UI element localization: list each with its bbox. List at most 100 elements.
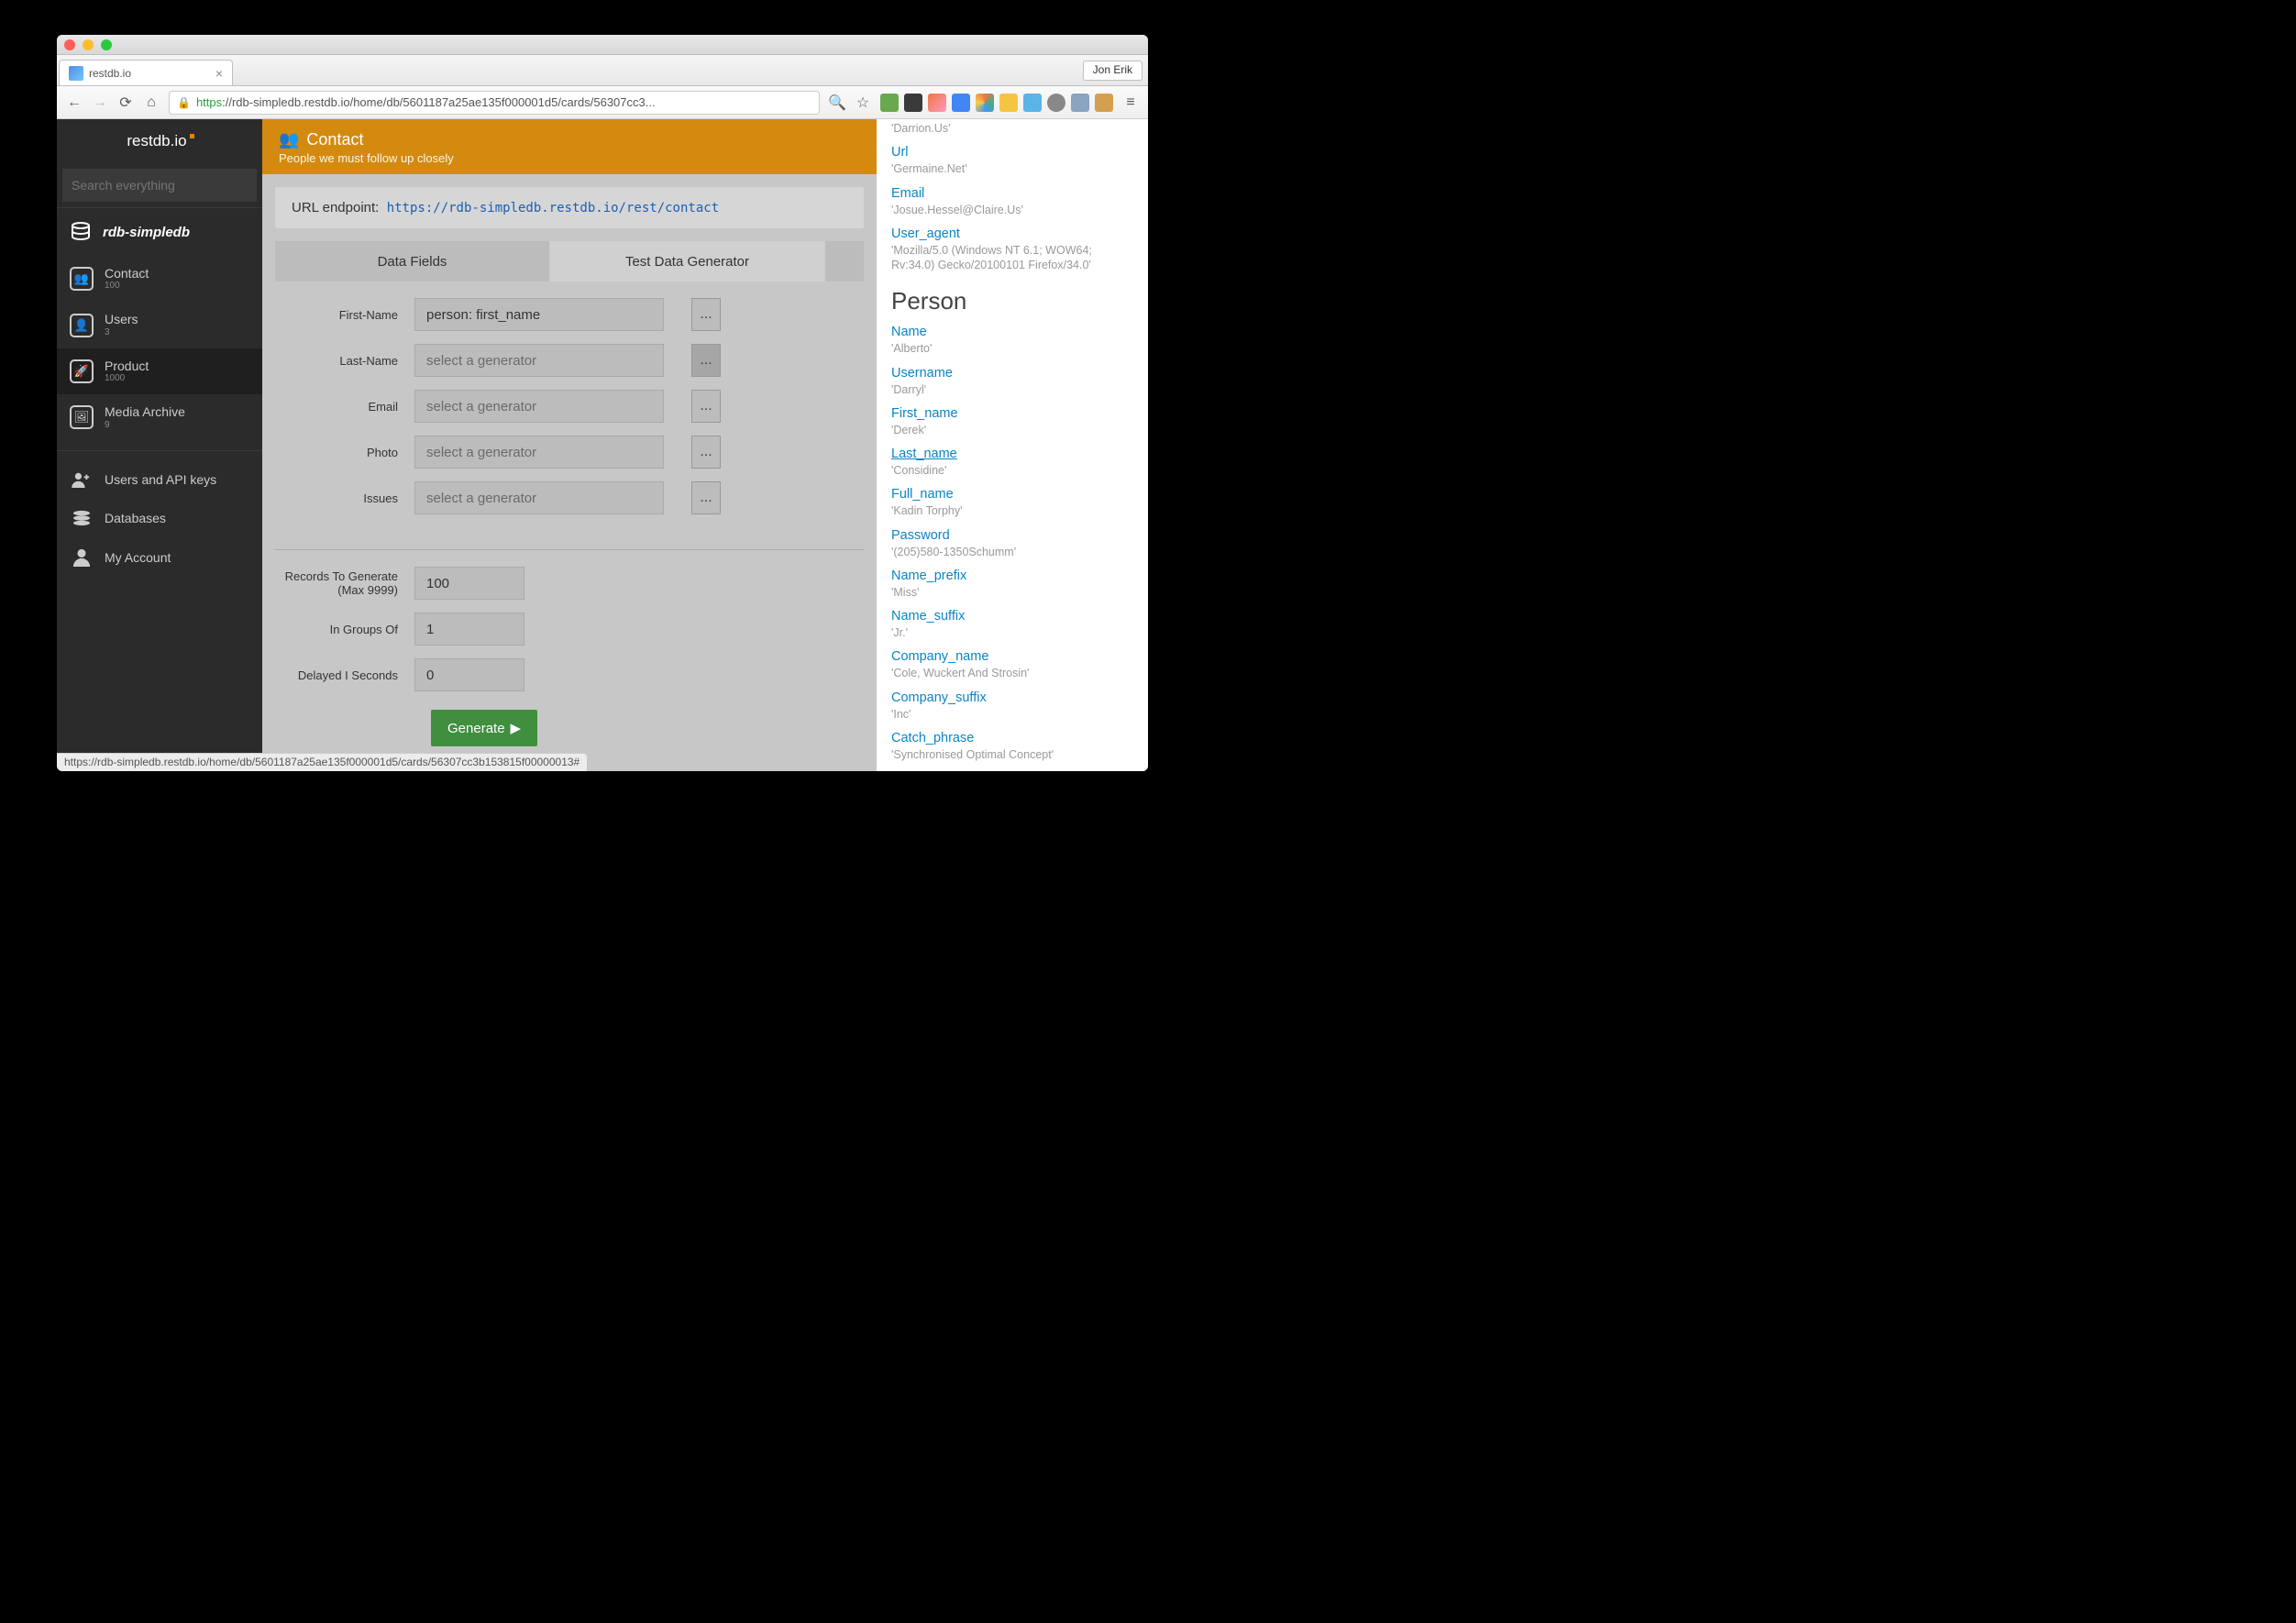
delay-label: Delayed I Seconds xyxy=(275,668,414,682)
generator-option[interactable]: Username xyxy=(891,366,1133,381)
generator-option[interactable]: Catch_phrase xyxy=(891,731,1133,745)
generator-option[interactable]: Company_name xyxy=(891,649,1133,664)
generator-sample: 'Kadin Torphy' xyxy=(891,503,1133,518)
generator-option[interactable]: Password xyxy=(891,528,1133,543)
generator-option[interactable]: Last_name xyxy=(891,447,1133,461)
close-window-button[interactable] xyxy=(64,39,75,50)
titlebar xyxy=(57,35,1148,55)
picker-button[interactable]: ... xyxy=(691,298,721,331)
extension-icons xyxy=(880,94,1113,112)
minimize-window-button[interactable] xyxy=(83,39,94,50)
sidebar-item-my-account[interactable]: My Account xyxy=(57,537,262,578)
sidebar-item-users[interactable]: 👤 Users 3 xyxy=(57,302,262,348)
back-button[interactable]: ← xyxy=(66,94,83,111)
browser-toolbar: ← → ⟳ ⌂ 🔒 https://rdb-simpledb.restdb.io… xyxy=(57,86,1148,119)
bookmark-star-icon[interactable]: ☆ xyxy=(855,94,871,111)
maximize-window-button[interactable] xyxy=(101,39,112,50)
groups-label: In Groups Of xyxy=(275,623,414,636)
extension-icon[interactable] xyxy=(904,94,922,112)
close-tab-button[interactable]: × xyxy=(215,66,223,81)
extension-icon[interactable] xyxy=(976,94,994,112)
admin-icon xyxy=(70,510,94,526)
extension-icon[interactable] xyxy=(952,94,970,112)
field-label: Email xyxy=(275,400,414,414)
generator-sample: 'Inc' xyxy=(891,707,1133,722)
forward-button[interactable]: → xyxy=(92,94,108,111)
endpoint-url[interactable]: https://rdb-simpledb.restdb.io/rest/cont… xyxy=(387,201,719,215)
main-tabs: Data Fields Test Data Generator xyxy=(275,241,864,282)
address-bar[interactable]: 🔒 https://rdb-simpledb.restdb.io/home/db… xyxy=(169,91,820,115)
generator-fields: First-Name ...Last-Name ...Email ...Phot… xyxy=(275,298,864,550)
sidebar-item-count: 1000 xyxy=(105,373,149,383)
generate-button[interactable]: Generate ▶ xyxy=(431,710,537,746)
generator-option[interactable]: Full_name xyxy=(891,487,1133,502)
extension-icon[interactable] xyxy=(880,94,899,112)
delay-input[interactable] xyxy=(414,658,524,691)
generator-option[interactable]: Email xyxy=(891,186,1133,201)
records-label: Records To Generate (Max 9999) xyxy=(275,569,414,597)
panel-heading: Person xyxy=(891,287,1133,315)
groups-input[interactable] xyxy=(414,613,524,646)
picker-button[interactable]: ... xyxy=(691,344,721,377)
field-row: First-Name ... xyxy=(275,298,864,331)
field-label: First-Name xyxy=(275,308,414,322)
collection-icon: 🖼 xyxy=(70,405,94,429)
tab-data-fields[interactable]: Data Fields xyxy=(275,241,550,282)
generator-settings: Records To Generate (Max 9999) In Groups… xyxy=(275,567,864,768)
extension-icon[interactable] xyxy=(1047,94,1065,112)
records-input[interactable] xyxy=(414,567,524,600)
generator-select-input[interactable] xyxy=(414,298,664,331)
menu-button[interactable]: ≡ xyxy=(1122,94,1139,111)
sidebar-item-label: Users and API keys xyxy=(105,472,216,487)
sidebar-item-databases[interactable]: Databases xyxy=(57,499,262,537)
sidebar-item-contact[interactable]: 👥 Contact 100 xyxy=(57,256,262,302)
generator-select-input[interactable] xyxy=(414,390,664,423)
tab-extra[interactable] xyxy=(825,241,864,282)
sidebar-item-users-and-api-keys[interactable]: Users and API keys xyxy=(57,460,262,499)
extension-icon[interactable] xyxy=(1071,94,1089,112)
reload-button[interactable]: ⟳ xyxy=(117,94,134,111)
sidebar-item-label: Contact xyxy=(105,267,149,281)
generator-option[interactable]: Company_suffix xyxy=(891,690,1133,705)
generator-sample: 'Alberto' xyxy=(891,341,1133,356)
extension-icon[interactable] xyxy=(1023,94,1042,112)
generator-option[interactable]: First_name xyxy=(891,406,1133,421)
profile-button[interactable]: Jon Erik xyxy=(1083,61,1142,81)
generator-select-input[interactable] xyxy=(414,344,664,377)
generator-select-input[interactable] xyxy=(414,481,664,514)
search-input[interactable] xyxy=(62,169,257,202)
search-icon[interactable]: 🔍 xyxy=(829,94,845,111)
field-row: Last-Name ... xyxy=(275,344,864,377)
generator-sample: 'Darryl' xyxy=(891,382,1133,397)
picker-button[interactable]: ... xyxy=(691,481,721,514)
database-header[interactable]: rdb-simpledb xyxy=(57,208,262,256)
picker-button[interactable]: ... xyxy=(691,390,721,423)
generator-sample: 'Miss' xyxy=(891,585,1133,600)
generator-option[interactable]: Name_suffix xyxy=(891,609,1133,624)
field-row: Issues ... xyxy=(275,481,864,514)
window-controls xyxy=(64,39,112,50)
sidebar-item-product[interactable]: 🚀 Product 1000 xyxy=(57,348,262,394)
lock-icon: 🔒 xyxy=(177,96,191,109)
browser-tab[interactable]: restdb.io × xyxy=(59,60,233,85)
sidebar-item-media-archive[interactable]: 🖼 Media Archive 9 xyxy=(57,394,262,440)
extension-icon[interactable] xyxy=(999,94,1018,112)
generator-select-input[interactable] xyxy=(414,436,664,469)
generator-option[interactable]: User_agent xyxy=(891,226,1133,241)
generator-option[interactable]: Name_prefix xyxy=(891,569,1133,583)
sidebar-item-label: Product xyxy=(105,359,149,373)
extension-icon[interactable] xyxy=(1095,94,1113,112)
generator-sample: 'Jr.' xyxy=(891,625,1133,640)
field-label: Last-Name xyxy=(275,354,414,368)
tab-test-data-generator[interactable]: Test Data Generator xyxy=(550,241,825,282)
sidebar-item-count: 100 xyxy=(105,281,149,291)
extension-icon[interactable] xyxy=(928,94,946,112)
picker-button[interactable]: ... xyxy=(691,436,721,469)
database-icon xyxy=(70,221,92,243)
generator-option[interactable]: Name xyxy=(891,325,1133,339)
play-icon: ▶ xyxy=(511,720,522,736)
favicon-icon xyxy=(69,66,83,81)
tab-title: restdb.io xyxy=(89,67,131,80)
home-button[interactable]: ⌂ xyxy=(143,94,160,111)
generator-option[interactable]: Url xyxy=(891,145,1133,160)
